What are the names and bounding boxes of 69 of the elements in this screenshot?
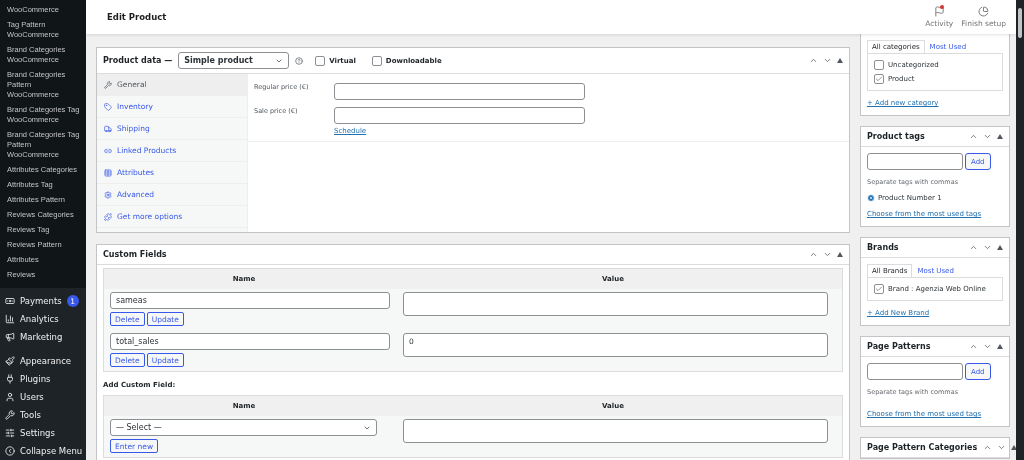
move-down-icon[interactable]	[983, 243, 992, 252]
toggle-panel-icon[interactable]	[837, 252, 843, 257]
value-field[interactable]	[403, 419, 828, 443]
price-field[interactable]	[334, 83, 585, 100]
panel-title: Product data —	[103, 56, 173, 65]
wrench-icon	[5, 410, 15, 420]
name-field[interactable]: total_sales	[110, 333, 390, 350]
move-up-icon[interactable]	[969, 342, 978, 351]
name-field[interactable]: sameas	[110, 292, 390, 309]
paintbrush-icon	[5, 356, 15, 366]
bar-chart-icon	[5, 314, 15, 324]
banknote-icon	[5, 296, 15, 306]
panel-title: Page Patterns	[867, 342, 932, 351]
menu-item[interactable]: Analytics	[0, 310, 86, 328]
move-down-icon[interactable]	[823, 250, 832, 259]
checkbox[interactable]	[371, 55, 382, 66]
move-up-icon[interactable]	[983, 443, 993, 452]
truck-icon	[104, 124, 112, 133]
toggle-panel-icon[interactable]	[997, 134, 1003, 139]
move-up-icon[interactable]	[969, 243, 978, 252]
value-field[interactable]	[403, 292, 828, 316]
pie-chart-icon	[978, 6, 990, 17]
page-title: Edit Product	[107, 12, 168, 22]
panel-title: Page Pattern Categories	[867, 443, 978, 452]
collapse-icon	[5, 446, 15, 456]
panel-title: Brands	[867, 243, 900, 252]
move-down-icon[interactable]	[823, 56, 832, 65]
flag-icon	[933, 6, 945, 17]
sliders-icon	[5, 428, 15, 438]
panel-title: Product tags	[867, 132, 926, 141]
menu-item[interactable]: Users	[0, 388, 86, 406]
megaphone-icon	[5, 332, 15, 342]
move-up-icon[interactable]	[809, 250, 818, 259]
checkbox[interactable]	[874, 284, 884, 294]
tag-field[interactable]	[867, 363, 963, 380]
gear-icon	[104, 190, 112, 199]
toggle-panel-icon[interactable]	[997, 245, 1003, 250]
move-up-icon[interactable]	[969, 132, 978, 141]
menu-item[interactable]: Marketing	[0, 328, 86, 346]
plug-icon	[5, 374, 15, 384]
menu-item[interactable]: Tools	[0, 406, 86, 424]
remove-icon[interactable]	[867, 194, 875, 202]
toggle-panel-icon[interactable]	[997, 344, 1003, 349]
panel-title: Custom Fields	[103, 250, 168, 259]
toggle-panel-icon[interactable]	[1011, 445, 1016, 450]
checkbox[interactable]	[874, 74, 884, 84]
menu-item[interactable]: Collapse Menu	[0, 442, 86, 460]
menu-item[interactable]: Appearance	[0, 352, 86, 370]
help-icon	[295, 56, 304, 65]
price-field[interactable]	[334, 107, 585, 124]
move-down-icon[interactable]	[983, 342, 992, 351]
puzzle-icon	[104, 212, 112, 221]
toggle-panel-icon[interactable]	[837, 58, 843, 63]
link-icon	[104, 146, 112, 155]
menu-item[interactable]: Plugins	[0, 370, 86, 388]
wrench-icon	[104, 80, 112, 89]
scrollbar-thumb[interactable]	[1018, 8, 1022, 38]
tag-field[interactable]	[867, 153, 963, 170]
table-icon	[104, 168, 112, 177]
product-type-select[interactable]: Simple product	[178, 52, 290, 69]
menu-item[interactable]: Settings	[0, 424, 86, 442]
move-down-icon[interactable]	[983, 132, 992, 141]
checkbox[interactable]	[874, 60, 884, 70]
move-up-icon[interactable]	[809, 56, 818, 65]
tag-icon	[104, 102, 112, 111]
name-select[interactable]: — Select —	[110, 419, 377, 436]
checkbox[interactable]	[315, 55, 326, 66]
user-icon	[5, 392, 15, 402]
move-down-icon[interactable]	[997, 443, 1007, 452]
